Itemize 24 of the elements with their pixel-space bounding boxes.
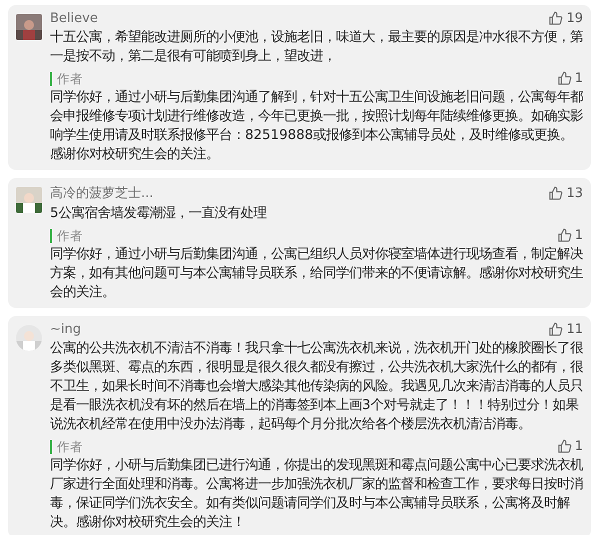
like-count: 11 (566, 322, 583, 337)
like-count: 19 (566, 11, 583, 26)
user-name: Believe (50, 11, 98, 26)
comment-text: 5公寓宿舍墙发霉潮湿，一直没有处理 (50, 204, 268, 223)
like-count: 13 (566, 186, 583, 200)
user-name: ~ing (50, 322, 81, 337)
thumbs-up-icon[interactable] (548, 186, 564, 200)
comment-text: 十五公寓，希望能改进厕所的小便池，设施老旧，味道大，最主要的原因是冲水很不方便，第一是按不动，第二是很有可能喷到身上，望改进， (50, 28, 583, 66)
reply-text: 同学你好，通过小研与后勤集团沟通，公寓已组织人员对你寝室墙体进行现场查看，制定解决方案，如有其他问题可与本公寓辅导员联系，给同学们带来的不便请谅解。感谢你对校研究生会的关注。 (50, 246, 583, 302)
thumbs-up-icon[interactable] (548, 11, 564, 26)
thumbs-up-icon[interactable] (548, 322, 564, 337)
reply-text: 同学你好，小研与后勤集团已进行沟通，你提出的发现黑斑和霉点问题公寓中心已要求洗衣机厂家进行全面处理和消毒。公寓将进一步加强洗衣机厂家的监督和检查工作，要求每日按时消毒，保证同学们洗衣安全。如有类似问题请同学们及时与本公寓辅导员联系，公寓将及时解决。感谢你对校研究生会的关注！ (50, 456, 583, 532)
thumbs-up-icon[interactable] (556, 71, 572, 86)
thumbs-up-icon[interactable] (556, 439, 572, 454)
author-label: 作者 (50, 228, 83, 242)
author-label: 作者 (50, 440, 83, 454)
like-count: 1 (574, 228, 583, 243)
comment-text: 公寓的公共洗衣机不清洁不消毒！我只拿十七公寓洗衣机来说，洗衣机开门处的橡胶圈长了很多类似黑斑、霉点的东西，很明显是很久很久都没有擦过，公共洗衣机大家洗什么的都有，很不卫生，如果长时间不消毒也会增大感染其他传染病的风险。我遇见几次来清洁消毒的人员只是看一眼洗衣机没有坏的然后在墙上的消毒签到本上画3个对号就走了！！！特别过分！如果说洗衣机经常在使用中没办法消毒，起码每个月分批次给各个楼层洗衣机清洁消毒。 (50, 340, 583, 434)
reply-text: 同学你好，通过小研与后勤集团沟通了解到，针对十五公寓卫生间设施老旧问题，公寓每年都会申报维修专项计划进行维修改造，今年已更换一批，按照计划每年陆续维修更换。如确实影响学生使用请及时联系报修平台：82519888或报修到本公寓辅导员处，及时维修或更换。感谢你对校研究生会的关注。 (50, 88, 583, 164)
like-count: 1 (574, 71, 583, 86)
thumbs-up-icon[interactable] (556, 228, 572, 243)
author-label: 作者 (50, 72, 83, 86)
like-count: 1 (574, 439, 583, 454)
user-name: 高冷的菠萝芝士... (50, 185, 154, 202)
